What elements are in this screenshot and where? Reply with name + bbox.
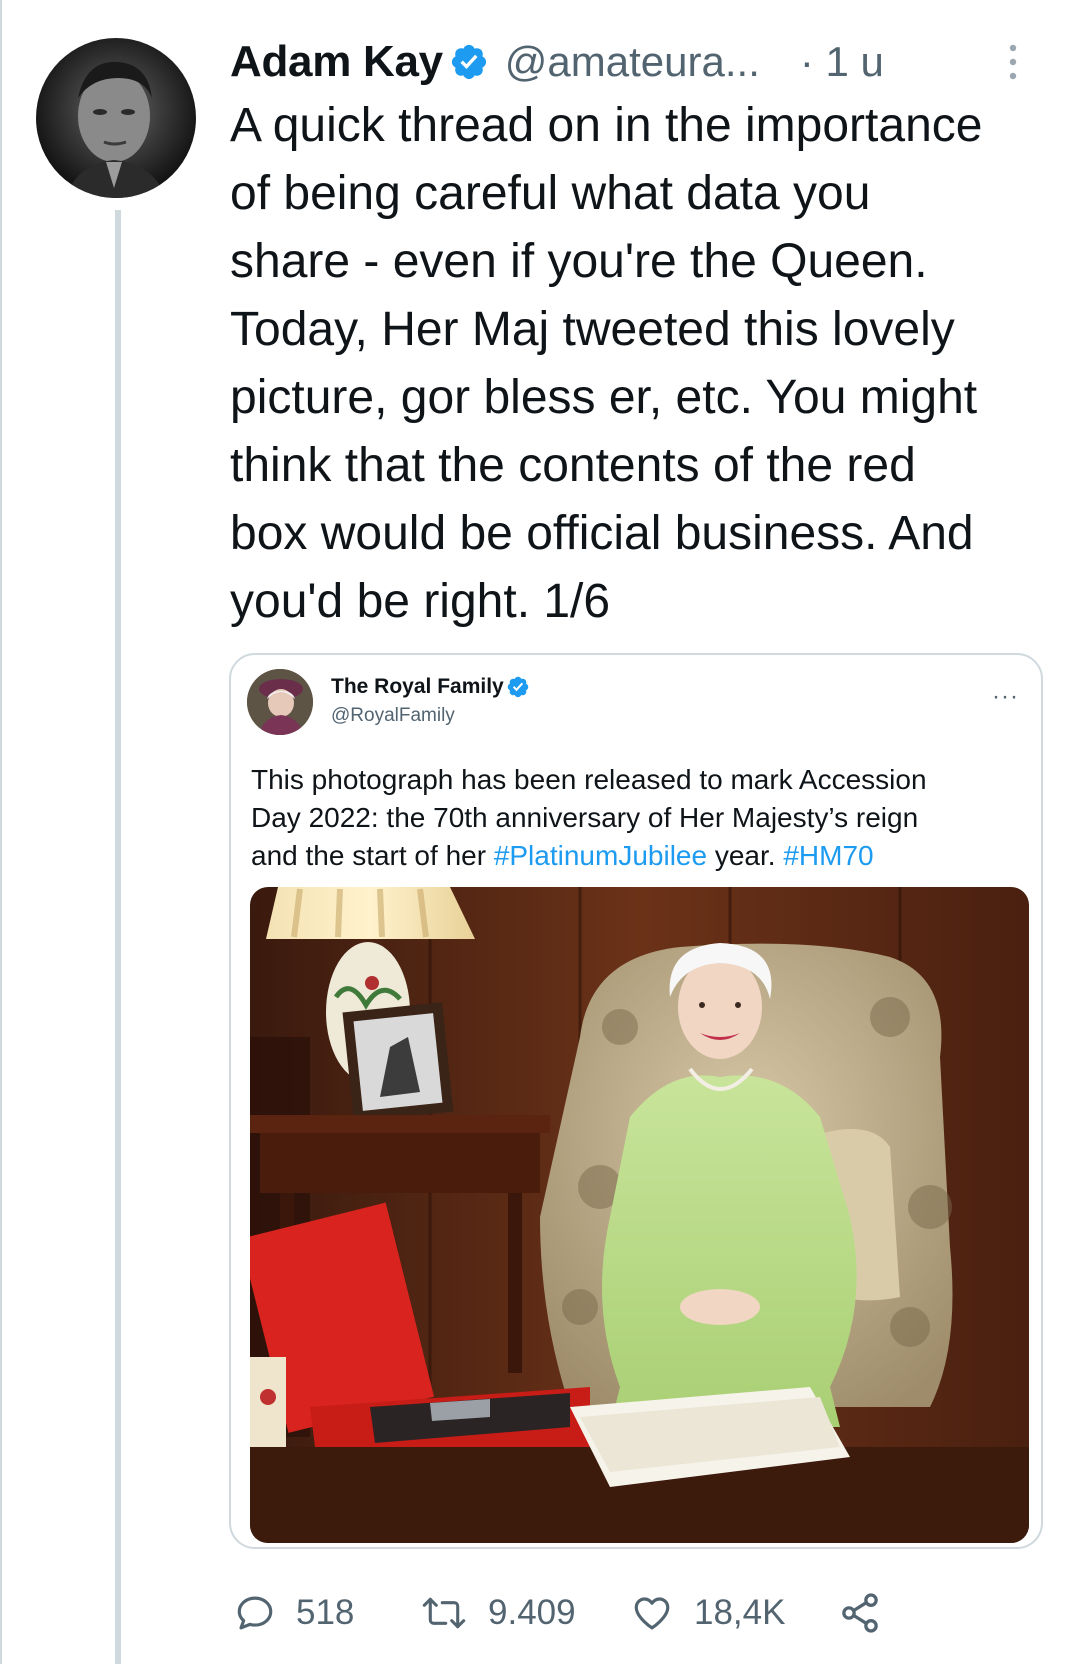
tweet-text-line: Today, Her Maj tweeted this lovely xyxy=(230,303,955,356)
quoted-author-name[interactable]: The Royal Family xyxy=(331,675,504,699)
more-vertical-icon[interactable] xyxy=(1006,42,1020,82)
retweet-icon xyxy=(422,1597,466,1629)
quoted-tweet-text: This photograph has been released to mar… xyxy=(251,761,1031,875)
tweet-text-line: think that the contents of the red xyxy=(230,439,916,492)
tweet-text-line: picture, gor bless er, etc. You might xyxy=(230,371,978,424)
verified-badge-icon xyxy=(507,676,529,698)
retweet-count: 9.409 xyxy=(488,1593,576,1632)
quoted-author-avatar[interactable] xyxy=(247,669,313,735)
tweet-action-bar: 518 9.409 18,4K xyxy=(234,1583,1074,1643)
reply-icon xyxy=(237,1596,273,1630)
like-icon xyxy=(634,1597,670,1630)
author-avatar[interactable] xyxy=(36,38,196,198)
quoted-tweet-card[interactable]: The Royal Family @RoyalFamily ··· This p… xyxy=(229,653,1043,1549)
like-count: 18,4K xyxy=(694,1593,786,1632)
tweet-text-line: you'd be right. 1/6 xyxy=(230,575,611,628)
quoted-text-line: This photograph has been released to mar… xyxy=(251,764,927,795)
tweet-text: A quick thread on in the importance of b… xyxy=(230,92,1050,636)
left-border xyxy=(0,0,2,1664)
verified-badge-icon xyxy=(451,44,486,80)
share-button[interactable] xyxy=(838,1583,882,1643)
tweet-text-line: of being careful what data you xyxy=(230,167,871,220)
reply-count: 518 xyxy=(296,1593,355,1632)
retweet-button[interactable]: 9.409 xyxy=(420,1583,576,1643)
more-horizontal-icon[interactable]: ··· xyxy=(992,683,1019,711)
quoted-tweet-photo[interactable] xyxy=(250,887,1029,1543)
share-icon xyxy=(842,1593,878,1633)
quoted-author-handle[interactable]: @RoyalFamily xyxy=(331,705,455,727)
quoted-text-fragment: year. xyxy=(707,840,784,871)
tweet-header: Adam Kay @amateura... · 1 u xyxy=(230,34,1050,90)
quoted-text-line: Day 2022: the 70th anniversary of Her Ma… xyxy=(251,802,919,833)
thread-connector-line xyxy=(115,210,121,1664)
quoted-text-fragment: and the start of her xyxy=(251,840,494,871)
tweet-timestamp[interactable]: · 1 u xyxy=(800,38,884,86)
author-handle[interactable]: @amateura... xyxy=(505,38,760,86)
hashtag-link[interactable]: #HM70 xyxy=(783,840,873,871)
like-button[interactable]: 18,4K xyxy=(630,1583,785,1643)
tweet-text-line: share - even if you're the Queen. xyxy=(230,235,928,288)
tweet-text-line: box would be official business. And xyxy=(230,507,974,560)
tweet-text-line: A quick thread on in the importance xyxy=(230,99,983,152)
quoted-text-line: and the start of her #PlatinumJubilee ye… xyxy=(251,837,1031,875)
reply-button[interactable]: 518 xyxy=(234,1583,354,1643)
hashtag-link[interactable]: #PlatinumJubilee xyxy=(494,840,707,871)
author-name[interactable]: Adam Kay xyxy=(230,37,443,87)
